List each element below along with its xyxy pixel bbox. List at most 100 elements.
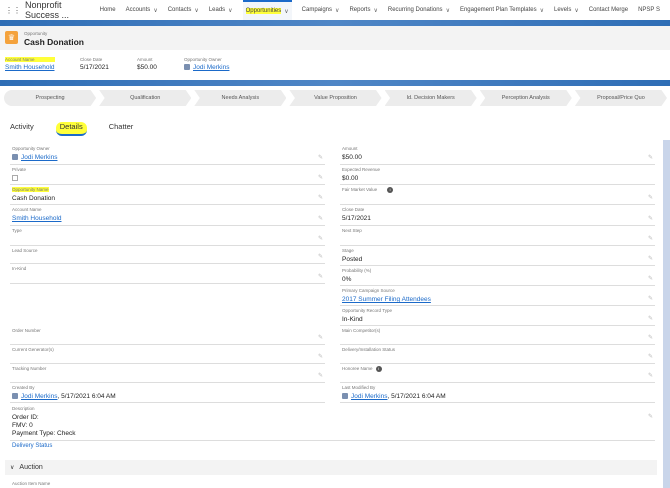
field-expected-revenue: Expected Revenue $0.00 (340, 166, 655, 185)
global-nav: ⋮⋮ Nonprofit Success ... Home Accounts ∨ Co… (0, 0, 670, 20)
path-step[interactable]: Id. Decision Makers (384, 90, 477, 106)
field-amount: Amount $50.00 ✎ (340, 145, 655, 165)
app-name: Nonprofit Success ... (25, 0, 70, 20)
field-value-link[interactable]: Jodi Merkins (21, 393, 57, 400)
nav-item-opportunities[interactable]: Opportunities ∨ (242, 0, 292, 20)
field-label: Amount (342, 146, 358, 151)
nav-item-label: Contact Merge (588, 7, 629, 13)
field-next-step: Next Step ✎ (340, 227, 655, 246)
chevron-down-icon[interactable]: ∨ (228, 7, 232, 14)
chevron-down-icon[interactable]: ∨ (540, 7, 544, 14)
field-value-text: $50.00 (342, 154, 362, 161)
field-value-link[interactable]: Smith Household (12, 215, 62, 222)
chevron-down-icon[interactable]: ∨ (373, 7, 377, 14)
scrollbar[interactable] (663, 140, 670, 488)
nav-item-campaigns[interactable]: Campaigns ∨ (302, 0, 340, 20)
nav-item-home[interactable]: Home (100, 0, 116, 20)
app-launcher-icon[interactable]: ⋮⋮ (5, 6, 21, 15)
nav-item-accounts[interactable]: Accounts ∨ (126, 0, 158, 20)
nav-item-leads[interactable]: Leads ∨ (209, 0, 233, 20)
object-label: Opportunity (24, 31, 48, 36)
field-value-link[interactable]: 2017 Summer Filing Attendees (342, 296, 431, 303)
pencil-icon[interactable]: ✎ (318, 353, 323, 360)
section-auction[interactable]: ∨ Auction (5, 460, 657, 475)
chevron-down-icon[interactable]: ∨ (574, 7, 578, 14)
field-honoree-name: Honoree Name i ✎ (340, 365, 655, 383)
pencil-icon[interactable]: ✎ (318, 174, 323, 181)
field-label: Description (12, 406, 35, 411)
nav-item-npsp-s[interactable]: NPSP S (638, 0, 660, 20)
avatar (184, 64, 190, 70)
nav-item-contact-merge[interactable]: Contact Merge (589, 0, 628, 20)
pencil-icon[interactable]: ✎ (648, 372, 653, 379)
pencil-icon[interactable]: ✎ (318, 334, 323, 341)
path-step[interactable]: Value Proposition (289, 90, 382, 106)
nav-item-label: Accounts (125, 7, 151, 13)
highlight-value-text: 5/17/2021 (80, 64, 109, 71)
info-icon[interactable]: i (387, 187, 394, 193)
field-label: In-Kind (12, 266, 27, 271)
pencil-icon[interactable]: ✎ (318, 194, 323, 201)
pencil-icon[interactable]: ✎ (318, 154, 323, 161)
field-value-link[interactable]: Jodi Merkins (21, 154, 57, 161)
nav-item-reports[interactable]: Reports ∨ (349, 0, 377, 20)
info-icon[interactable]: i (375, 366, 382, 372)
avatar (342, 393, 348, 399)
pencil-icon[interactable]: ✎ (648, 275, 653, 282)
chevron-down-icon[interactable]: ∨ (194, 7, 198, 14)
highlight-value-text[interactable]: Jodi Merkins (193, 64, 229, 71)
tab-activity[interactable]: Activity (10, 122, 34, 136)
highlight-value[interactable]: Jodi Merkins (184, 64, 229, 71)
nav-item-contacts[interactable]: Contacts ∨ (168, 0, 199, 20)
field-label: Auction Item Name (12, 481, 51, 486)
pencil-icon[interactable]: ✎ (318, 273, 323, 280)
tab-chatter[interactable]: Chatter (109, 122, 134, 136)
pencil-icon[interactable]: ✎ (648, 334, 653, 341)
path-step[interactable]: Qualification (99, 90, 192, 106)
private-checkbox[interactable] (12, 175, 18, 181)
nav-item-levels[interactable]: Levels ∨ (554, 0, 579, 20)
chevron-down-icon[interactable]: ∨ (335, 7, 339, 14)
highlight-value-text[interactable]: Smith Household (5, 64, 55, 71)
highlight-value: 5/17/2021 (80, 64, 109, 71)
field-stage: Stage Posted ✎ (340, 247, 655, 266)
field-label: Order Number (12, 328, 41, 333)
avatar (12, 393, 18, 399)
nav-item-label: Engagement Plan Templates (459, 7, 537, 13)
path-step[interactable]: Needs Analysis (194, 90, 287, 106)
highlight-value[interactable]: Smith Household (5, 64, 55, 71)
pencil-icon[interactable]: ✎ (648, 255, 653, 262)
field-label: Opportunity Owner (12, 146, 50, 151)
pencil-icon[interactable]: ✎ (318, 372, 323, 379)
nav-item-recurring-donations[interactable]: Recurring Donations ∨ (388, 0, 450, 20)
path-step[interactable]: Prospecting (4, 90, 97, 106)
chevron-down-icon[interactable]: ∨ (153, 7, 157, 14)
tab-details[interactable]: Details (55, 122, 87, 136)
field-value-link[interactable]: Jodi Merkins (351, 393, 387, 400)
pencil-icon[interactable]: ✎ (318, 235, 323, 242)
path-step[interactable]: Proposal/Price Quo (574, 90, 667, 106)
pencil-icon[interactable]: ✎ (648, 215, 653, 222)
pencil-icon[interactable]: ✎ (318, 253, 323, 260)
path-step[interactable]: Perception Analysis (479, 90, 572, 106)
pencil-icon[interactable]: ✎ (318, 215, 323, 222)
field-label: Close Date (342, 207, 365, 212)
pencil-icon[interactable]: ✎ (648, 194, 653, 201)
field-value (12, 175, 18, 183)
pencil-icon[interactable]: ✎ (648, 154, 653, 161)
field-value-suffix: , 5/17/2021 6:04 AM (57, 393, 116, 400)
chevron-down-icon[interactable]: ∨ (446, 7, 450, 14)
delivery-status-link[interactable]: Delivery Status (12, 443, 52, 449)
field-primary-campaign-source: Primary Campaign Source 2017 Summer Filin… (340, 287, 655, 306)
pencil-icon[interactable]: ✎ (648, 413, 653, 437)
field-order-number: Order Number ✎ (10, 327, 325, 345)
pencil-icon[interactable]: ✎ (648, 353, 653, 360)
pencil-icon[interactable]: ✎ (648, 295, 653, 302)
pencil-icon[interactable]: ✎ (648, 235, 653, 242)
field-value-text: In-Kind (342, 316, 363, 323)
field-close-date: Close Date 5/17/2021 ✎ (340, 206, 655, 226)
nav-item-engagement-plan-templates[interactable]: Engagement Plan Templates ∨ (460, 0, 544, 20)
chevron-down-icon[interactable]: ∨ (284, 8, 288, 15)
pencil-icon[interactable]: ✎ (648, 315, 653, 322)
field-value: 2017 Summer Filing Attendees (342, 296, 431, 303)
